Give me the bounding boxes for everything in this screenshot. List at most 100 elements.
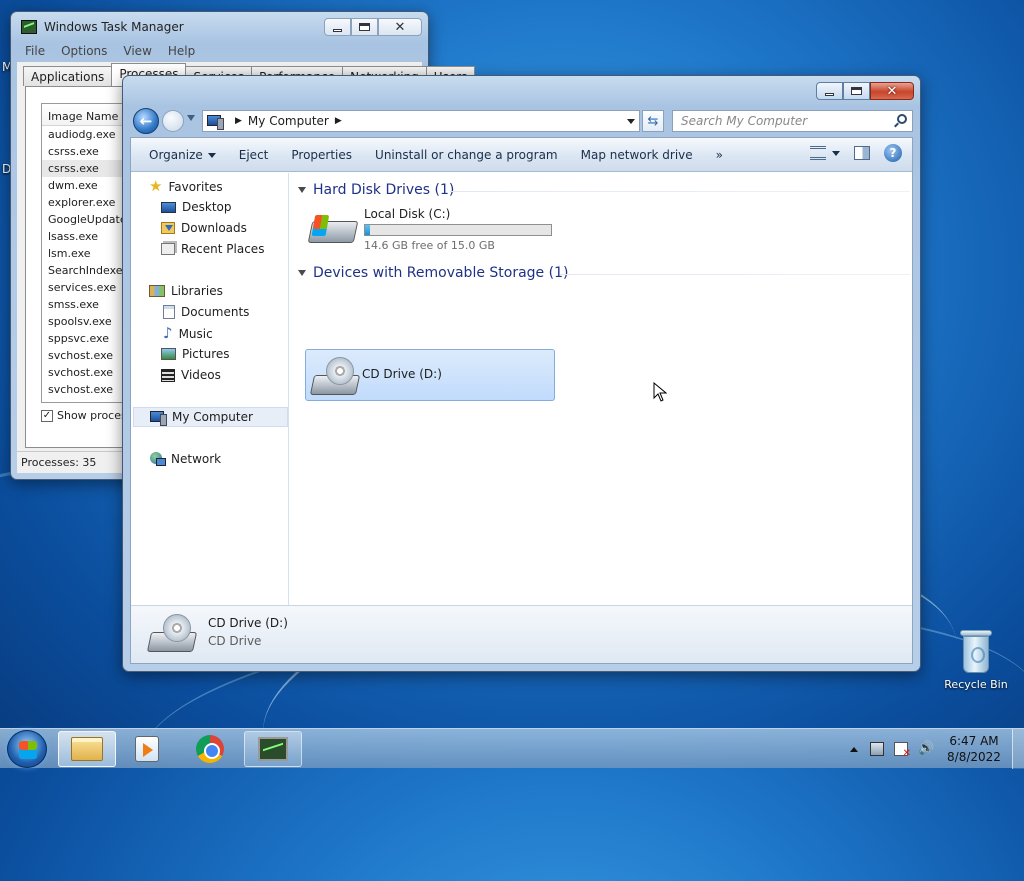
recycle-bin-desktop-icon[interactable]: Recycle Bin (940, 630, 1012, 691)
nav-pictures[interactable]: Pictures (161, 347, 230, 361)
uninstall-program-button[interactable]: Uninstall or change a program (367, 148, 573, 162)
taskbar-media-player[interactable] (118, 731, 176, 767)
computer-icon (207, 114, 224, 130)
menu-options[interactable]: Options (53, 42, 115, 60)
minimize-button[interactable] (324, 18, 351, 36)
nav-desktop[interactable]: Desktop (161, 200, 232, 214)
menu-help[interactable]: Help (160, 42, 203, 60)
process-row[interactable]: smss.exe (42, 296, 125, 313)
media-player-icon (135, 736, 159, 762)
close-button[interactable]: ✕ (378, 18, 422, 36)
chrome-icon (196, 735, 224, 763)
videos-icon (161, 368, 175, 382)
group-header-removable-storage[interactable]: Devices with Removable Storage (1) (298, 265, 568, 281)
nav-documents[interactable]: Documents (163, 305, 249, 319)
close-icon: ✕ (886, 83, 898, 99)
process-row[interactable]: csrss.exe (42, 160, 125, 177)
explorer-body: Organize Eject Properties Uninstall or c… (130, 137, 913, 664)
breadcrumb-my-computer[interactable]: My Computer (248, 114, 329, 128)
taskbar-chrome[interactable] (181, 731, 239, 767)
local-disk-item[interactable]: Local Disk (C:) 14.6 GB free of 15.0 GB (308, 207, 552, 252)
nav-music[interactable]: ♪ Music (163, 326, 213, 341)
process-row[interactable]: sppsvc.exe (42, 330, 125, 347)
nav-network[interactable]: Network (149, 452, 221, 466)
tab-applications[interactable]: Applications (23, 66, 113, 86)
drive-free-space: 14.6 GB free of 15.0 GB (364, 239, 495, 252)
nav-videos[interactable]: Videos (161, 368, 221, 382)
search-input[interactable]: Search My Computer (672, 110, 913, 132)
process-row[interactable]: svchost.exe (42, 347, 125, 364)
taskbar-explorer[interactable] (58, 731, 116, 767)
address-dropdown-icon[interactable] (627, 119, 635, 124)
address-bar[interactable]: ▶ My Computer ▶ (202, 110, 640, 132)
nav-label: Documents (181, 305, 250, 319)
volume-icon[interactable]: 🔊 (918, 742, 934, 756)
nav-my-computer[interactable]: My Computer (133, 407, 288, 427)
nav-libraries[interactable]: Libraries (149, 284, 223, 298)
cd-drive-item[interactable]: CD Drive (D:) (305, 349, 555, 401)
collapse-triangle-icon[interactable] (298, 270, 306, 276)
change-view-icon[interactable] (810, 146, 826, 160)
help-icon[interactable]: ? (884, 144, 902, 162)
file-list-area[interactable]: Hard Disk Drives (1) Local Disk (C:) 14.… (290, 173, 912, 605)
process-row[interactable]: dwm.exe (42, 177, 125, 194)
group-header-hard-disk-drives[interactable]: Hard Disk Drives (1) (298, 182, 454, 198)
close-icon: ✕ (394, 19, 406, 35)
process-row[interactable]: svchost.exe (42, 364, 125, 381)
process-list[interactable]: Image Name audiodg.execsrss.execsrss.exe… (41, 103, 126, 403)
nav-label: Music (178, 326, 213, 341)
nav-downloads[interactable]: Downloads (161, 221, 247, 235)
show-hidden-icons-arrow[interactable] (850, 746, 858, 752)
refresh-button[interactable]: ⇆ (642, 110, 664, 132)
menu-view[interactable]: View (115, 42, 159, 60)
clock[interactable]: 6:47 AM 8/8/2022 (942, 733, 1006, 765)
search-icon[interactable] (897, 114, 907, 124)
close-button[interactable]: ✕ (870, 82, 914, 100)
process-row[interactable]: audiodg.exe (42, 126, 125, 143)
organize-button[interactable]: Organize (141, 148, 231, 162)
minimize-button[interactable] (816, 82, 843, 100)
eject-button[interactable]: Eject (231, 148, 284, 162)
maximize-button[interactable] (351, 18, 378, 36)
more-commands-button[interactable]: » (708, 148, 738, 162)
menu-file[interactable]: File (17, 42, 53, 60)
search-placeholder: Search My Computer (681, 114, 808, 128)
action-center-icon[interactable] (894, 742, 911, 759)
maximize-button[interactable] (843, 82, 870, 100)
map-network-drive-button[interactable]: Map network drive (573, 148, 708, 162)
start-button[interactable] (7, 730, 47, 768)
process-row[interactable]: svchost.exe (42, 381, 125, 398)
process-row[interactable]: services.exe (42, 279, 125, 296)
forward-button[interactable] (162, 110, 184, 132)
properties-button[interactable]: Properties (283, 148, 367, 162)
nav-favorites[interactable]: ★ Favorites (149, 179, 223, 194)
network-status-icon[interactable] (870, 742, 884, 756)
pictures-icon (161, 348, 176, 360)
show-desktop-button[interactable] (1012, 729, 1024, 769)
breadcrumb-chevron-icon[interactable]: ▶ (335, 116, 342, 126)
desktop-icon (161, 201, 176, 213)
nav-recent-places[interactable]: Recent Places (161, 242, 264, 256)
taskbar-task-manager[interactable] (244, 731, 302, 767)
process-row[interactable]: lsm.exe (42, 245, 125, 262)
windows-logo-icon (19, 741, 37, 759)
process-row[interactable]: csrss.exe (42, 143, 125, 160)
nav-label: Videos (181, 368, 221, 382)
process-row[interactable]: explorer.exe (42, 194, 125, 211)
column-header-image-name[interactable]: Image Name (42, 104, 125, 126)
checkbox-checked-icon[interactable]: ✓ (41, 409, 53, 422)
show-all-processes-checkbox[interactable]: ✓ Show process (41, 409, 132, 422)
process-row[interactable]: SearchIndexe. (42, 262, 125, 279)
process-row[interactable]: GoogleUpdate. (42, 211, 125, 228)
explorer-window[interactable]: ✕ ← ▶ My Computer ▶ ⇆ Search My Computer… (122, 75, 921, 672)
breadcrumb-chevron-icon[interactable]: ▶ (235, 116, 242, 126)
drive-name: CD Drive (D:) (362, 367, 442, 381)
preview-pane-icon[interactable] (854, 146, 870, 160)
process-row[interactable]: spoolsv.exe (42, 313, 125, 330)
back-button[interactable]: ← (133, 108, 159, 134)
view-options-dropdown[interactable] (832, 150, 840, 156)
collapse-triangle-icon[interactable] (298, 187, 306, 193)
title-bar[interactable]: Windows Task Manager (21, 20, 184, 34)
process-row[interactable]: lsass.exe (42, 228, 125, 245)
recent-pages-dropdown[interactable] (187, 115, 195, 121)
